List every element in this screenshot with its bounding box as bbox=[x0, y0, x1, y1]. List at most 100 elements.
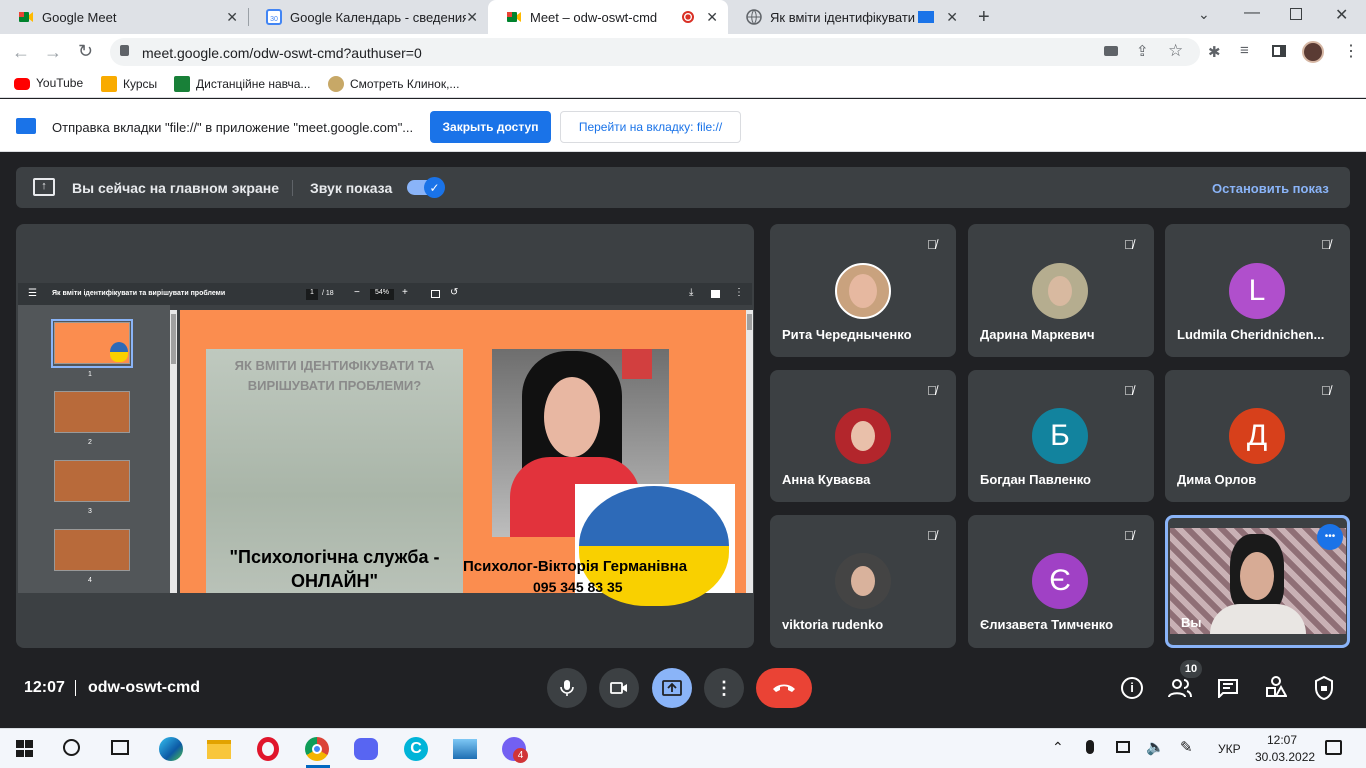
more-vert-icon: ⋮ bbox=[715, 677, 733, 698]
slide-scroll-thumb[interactable] bbox=[747, 314, 752, 330]
participant-name: viktoria rudenko bbox=[782, 617, 884, 632]
windows-start-icon[interactable] bbox=[16, 740, 33, 757]
people-icon[interactable] bbox=[1168, 678, 1192, 698]
close-window-button[interactable]: ✕ bbox=[1335, 5, 1348, 25]
avatar: L bbox=[1229, 263, 1285, 319]
chrome-icon[interactable] bbox=[305, 737, 329, 761]
thumb-number: 4 bbox=[88, 577, 92, 584]
task-view-icon[interactable] bbox=[111, 740, 129, 755]
thumbs-scroll-thumb[interactable] bbox=[171, 314, 176, 364]
tab-pdf[interactable]: Як вміти ідентифікувати та ✕ bbox=[728, 0, 968, 34]
pdf-menu-icon[interactable]: ☰ bbox=[28, 288, 37, 299]
taskbar-time[interactable]: 12:07 bbox=[1267, 733, 1297, 747]
restore-button[interactable] bbox=[1290, 8, 1302, 20]
bookmark-courses[interactable]: Курсы bbox=[101, 76, 157, 92]
tab-google-meet[interactable]: Google Meet ✕ bbox=[0, 0, 248, 34]
recording-icon bbox=[682, 11, 694, 23]
share-icon[interactable]: ⇪ bbox=[1136, 42, 1149, 60]
back-icon[interactable]: ← bbox=[12, 42, 30, 63]
globe-icon bbox=[746, 9, 762, 25]
tray-network-icon[interactable] bbox=[1116, 741, 1130, 753]
photos-icon[interactable] bbox=[453, 739, 477, 759]
profile-avatar[interactable] bbox=[1302, 41, 1324, 63]
minimize-button[interactable]: — bbox=[1244, 4, 1260, 22]
discord-icon[interactable] bbox=[354, 738, 378, 760]
new-tab-button[interactable]: + bbox=[978, 6, 990, 29]
participant-name: Анна Куваєва bbox=[782, 472, 871, 487]
pdf-zoom[interactable]: 54% bbox=[370, 289, 394, 300]
bookmark-youtube[interactable]: YouTube bbox=[14, 76, 83, 90]
reload-icon[interactable]: ↻ bbox=[78, 41, 93, 62]
slide-phone: 095 345 83 35 bbox=[533, 579, 623, 595]
sound-label: Звук показа bbox=[310, 180, 393, 196]
avatar: Б bbox=[1032, 408, 1088, 464]
menu-dots-icon[interactable]: ⋮ bbox=[1343, 41, 1359, 61]
file-explorer-icon[interactable] bbox=[207, 740, 231, 759]
tray-volume-icon[interactable]: 🔈 bbox=[1146, 738, 1165, 756]
site-icon bbox=[328, 76, 344, 92]
mic-off-icon: 🎙̸ bbox=[1321, 237, 1331, 252]
close-icon[interactable]: ✕ bbox=[946, 9, 958, 26]
rotate-icon[interactable]: ↺ bbox=[450, 287, 458, 298]
slide-heading: ЯК ВМІТИ ІДЕНТИФІКУВАТИ ТА ВИРІШУВАТИ ПР… bbox=[234, 358, 435, 393]
bookmark-distance[interactable]: Дистанційне навча... bbox=[174, 76, 310, 92]
go-to-tab-button[interactable]: Перейти на вкладку: file:// bbox=[560, 111, 741, 143]
tab-calendar[interactable]: 30 Google Календарь - сведения о ✕ bbox=[248, 0, 488, 34]
participant-name: Ludmila Cheridnichen... bbox=[1177, 327, 1325, 342]
close-icon[interactable]: ✕ bbox=[706, 9, 718, 26]
camera-button[interactable] bbox=[599, 668, 639, 708]
extensions-icon[interactable]: ✱ bbox=[1208, 43, 1221, 61]
mic-button[interactable] bbox=[547, 668, 587, 708]
pdf-page-input[interactable]: 1 bbox=[306, 289, 318, 300]
zoom-in-icon[interactable]: + bbox=[402, 287, 408, 298]
slide-scrollbar[interactable] bbox=[746, 310, 753, 593]
tab-search-icon[interactable]: ⌄ bbox=[1198, 6, 1210, 23]
thumb-page-3[interactable] bbox=[54, 460, 130, 502]
edge-icon[interactable] bbox=[159, 737, 183, 761]
meeting-details-icon[interactable]: i bbox=[1121, 677, 1143, 699]
bookmark-watch[interactable]: Смотреть Клинок,... bbox=[328, 76, 459, 92]
stop-sharing-button[interactable]: Закрыть доступ bbox=[430, 111, 551, 143]
thumb-page-4[interactable] bbox=[54, 529, 130, 571]
keyboard-language[interactable]: УКР bbox=[1218, 742, 1241, 756]
close-icon[interactable]: ✕ bbox=[226, 9, 238, 26]
bookmark-star-icon[interactable]: ☆ bbox=[1168, 41, 1183, 61]
participant-name: Вы bbox=[1181, 615, 1202, 630]
thumb-number: 3 bbox=[88, 508, 92, 515]
thumb-page-2[interactable] bbox=[54, 391, 130, 433]
check-icon[interactable]: ✓ bbox=[424, 177, 445, 198]
leave-call-button[interactable] bbox=[756, 668, 812, 708]
notifications-icon[interactable] bbox=[1325, 740, 1342, 755]
zoom-out-icon[interactable]: − bbox=[354, 287, 360, 298]
stop-presenting-button[interactable]: Остановить показ bbox=[1212, 181, 1329, 196]
tray-pen-icon[interactable]: ✎ bbox=[1180, 738, 1193, 756]
opera-icon[interactable] bbox=[257, 737, 279, 761]
tab-meet-active[interactable]: Meet – odw-oswt-cmd ✕ bbox=[488, 0, 728, 34]
participant-name: Єлизавета Тимченко bbox=[980, 617, 1114, 632]
meet-icon bbox=[507, 12, 521, 22]
activities-icon[interactable] bbox=[1265, 676, 1288, 698]
camera-icon[interactable] bbox=[1104, 46, 1118, 56]
avatar bbox=[835, 553, 891, 609]
close-icon[interactable]: ✕ bbox=[466, 9, 478, 26]
lock-icon[interactable] bbox=[120, 45, 129, 56]
side-panel-icon[interactable] bbox=[1272, 45, 1286, 57]
classroom-icon bbox=[101, 76, 117, 92]
forward-icon[interactable]: → bbox=[44, 42, 62, 63]
fit-page-icon[interactable] bbox=[431, 290, 440, 298]
pdf-more-icon[interactable]: ⋮ bbox=[734, 287, 744, 298]
c-app-icon[interactable]: C bbox=[404, 737, 428, 761]
media-control-icon[interactable]: ≡ bbox=[1240, 42, 1249, 59]
chat-icon[interactable] bbox=[1217, 678, 1239, 700]
main-screen-label: Вы сейчас на главном экране bbox=[72, 180, 280, 196]
search-icon[interactable] bbox=[63, 739, 80, 756]
tray-overflow-icon[interactable]: ⌃ bbox=[1052, 739, 1064, 756]
print-icon[interactable] bbox=[711, 290, 720, 298]
viber-badge: 4 bbox=[513, 748, 528, 763]
taskbar-date[interactable]: 30.03.2022 bbox=[1255, 750, 1315, 764]
present-button[interactable] bbox=[652, 668, 692, 708]
tray-mic-icon[interactable] bbox=[1086, 740, 1094, 754]
more-options-button[interactable]: ⋮ bbox=[704, 668, 744, 708]
download-icon[interactable]: ⤓ bbox=[689, 287, 693, 298]
host-controls-icon[interactable] bbox=[1314, 675, 1334, 701]
